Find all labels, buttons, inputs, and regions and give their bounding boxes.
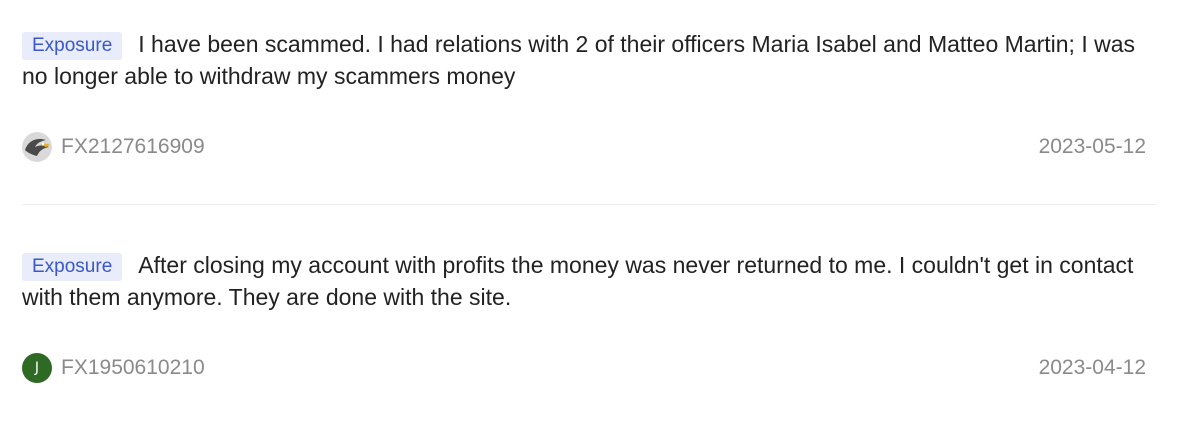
review-list: Exposure I have been scammed. I had relat…	[0, 0, 1177, 430]
eagle-icon[interactable]	[22, 132, 52, 162]
review-meta: J FX1950610210 2023-04-12	[22, 352, 1146, 384]
review-date: 2023-05-12	[1038, 135, 1146, 158]
avatar[interactable]: J	[22, 353, 52, 383]
exposure-tag[interactable]: Exposure	[22, 253, 123, 281]
username[interactable]: FX2127616909	[61, 135, 205, 159]
review-item[interactable]: Exposure After closing my account with pr…	[22, 249, 1156, 383]
review-date: 2023-04-12	[1038, 356, 1146, 379]
divider	[22, 204, 1156, 205]
review-text: I have been scammed. I had relations wit…	[22, 31, 1136, 89]
review-item[interactable]: Exposure I have been scammed. I had relat…	[22, 28, 1156, 162]
user-info[interactable]: FX2127616909	[22, 132, 205, 162]
review-text-block: Exposure After closing my account with pr…	[22, 249, 1152, 313]
user-info[interactable]: J FX1950610210	[22, 353, 205, 383]
review-text-block: Exposure I have been scammed. I had relat…	[22, 28, 1152, 92]
review-text: After closing my account with profits th…	[22, 252, 1134, 310]
username[interactable]: FX1950610210	[61, 356, 205, 380]
review-meta: FX2127616909 2023-05-12	[22, 131, 1146, 163]
exposure-tag[interactable]: Exposure	[22, 32, 123, 60]
